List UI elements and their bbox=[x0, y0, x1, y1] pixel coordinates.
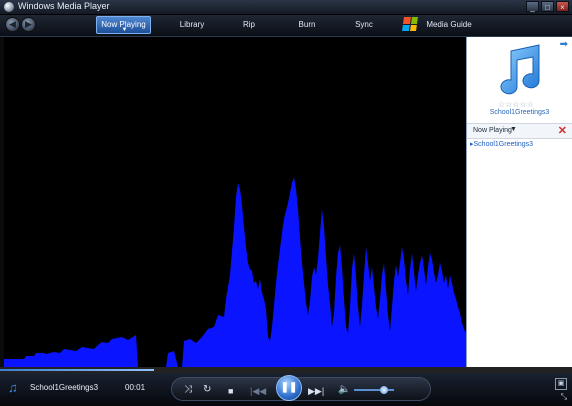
history-buttons: ◀ ▶ bbox=[5, 17, 36, 32]
fullscreen-icon[interactable]: ⤡ bbox=[561, 392, 567, 402]
mini-mode-icon: ▣ bbox=[557, 380, 565, 387]
music-note-icon bbox=[500, 44, 540, 95]
playlist-item-label: School1Greetings3 bbox=[473, 141, 534, 148]
title-bar: Windows Media Player _ □ × bbox=[0, 0, 572, 15]
transport-controls: ⤨ ↻ ■ |◀◀ ❚❚ ▶▶| 🔈 bbox=[171, 375, 431, 401]
visualization-area[interactable] bbox=[4, 37, 466, 367]
previous-icon[interactable]: |◀◀ bbox=[250, 385, 266, 397]
now-playing-pane: ➡ ☆☆☆☆☆ School1Greetings3 Now Playing ▼ … bbox=[466, 37, 572, 367]
window-title: Windows Media Player bbox=[18, 1, 110, 11]
next-icon[interactable]: ▶▶| bbox=[308, 385, 324, 397]
clear-playlist-icon[interactable]: ✕ bbox=[558, 124, 567, 137]
music-note-icon: ♫ bbox=[8, 380, 18, 395]
control-bar: ♫ School1Greetings3 00:01 ⤨ ↻ ■ |◀◀ ❚❚ ▶… bbox=[0, 373, 572, 406]
forward-arrow-icon[interactable]: ➡ bbox=[560, 39, 568, 50]
tab-rip[interactable]: Rip bbox=[234, 16, 264, 34]
close-button[interactable]: × bbox=[556, 1, 569, 12]
seek-progress bbox=[0, 369, 155, 371]
media-player-window: Windows Media Player _ □ × ◀ ▶ Now Playi… bbox=[0, 0, 572, 406]
stop-icon[interactable]: ■ bbox=[228, 385, 233, 397]
volume-knob[interactable] bbox=[380, 386, 388, 394]
spectrum-visualization bbox=[4, 177, 466, 367]
tab-burn[interactable]: Burn bbox=[290, 16, 324, 34]
spectrum-shape bbox=[4, 177, 466, 367]
media-player-icon bbox=[4, 2, 14, 12]
tab-now-playing[interactable]: Now Playing ▼ bbox=[96, 16, 151, 34]
elapsed-time: 00:01 bbox=[125, 383, 146, 392]
volume-slider[interactable] bbox=[354, 386, 394, 394]
windows-logo-icon bbox=[402, 17, 418, 31]
window-controls: _ □ × bbox=[526, 1, 569, 12]
speaker-icon[interactable]: 🔈 bbox=[338, 384, 350, 396]
back-button[interactable]: ◀ bbox=[5, 17, 20, 32]
tab-dropdown-arrow-icon[interactable]: ▼ bbox=[122, 27, 128, 33]
playlist-item[interactable]: ▸School1Greetings3 bbox=[470, 140, 533, 148]
back-arrow-icon: ◀ bbox=[9, 19, 16, 29]
pause-icon: ❚❚ bbox=[280, 382, 298, 393]
repeat-icon[interactable]: ↻ bbox=[203, 384, 211, 396]
forward-button[interactable]: ▶ bbox=[21, 17, 36, 32]
mini-mode-button[interactable]: ▣ bbox=[555, 378, 567, 390]
star-rating[interactable]: ☆☆☆☆☆ bbox=[498, 100, 534, 109]
tab-library[interactable]: Library bbox=[170, 16, 214, 34]
chevron-down-icon[interactable]: ▼ bbox=[510, 126, 517, 133]
pause-button[interactable]: ❚❚ bbox=[276, 375, 302, 401]
maximize-button[interactable]: □ bbox=[541, 1, 554, 12]
shuffle-icon[interactable]: ⤨ bbox=[184, 384, 192, 396]
minimize-button[interactable]: _ bbox=[526, 1, 539, 12]
forward-arrow-icon: ▶ bbox=[25, 19, 32, 29]
current-song-title: School1Greetings3 bbox=[30, 383, 99, 392]
now-playing-dropdown[interactable]: Now Playing bbox=[473, 127, 512, 134]
playlist-header: Now Playing ▼ ✕ bbox=[467, 123, 572, 139]
navigation-bar: ◀ ▶ Now Playing ▼ Library Rip Burn Sync … bbox=[0, 15, 572, 37]
tab-sync[interactable]: Sync bbox=[348, 16, 380, 34]
tab-media-guide[interactable]: Media Guide bbox=[424, 16, 474, 34]
album-song-title[interactable]: School1Greetings3 bbox=[467, 109, 572, 116]
